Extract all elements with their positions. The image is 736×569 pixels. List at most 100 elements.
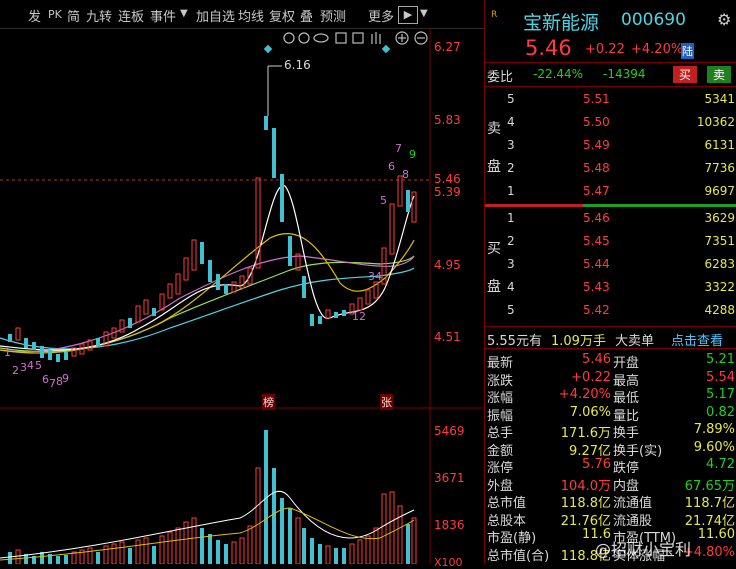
ratio-bar-sell	[485, 204, 583, 207]
ask-level: 5	[507, 92, 515, 106]
stat-row: 外盘 104.0万 内盘 67.65万	[485, 475, 736, 494]
stat-value: 4.72	[706, 457, 735, 472]
bid-price: 5.43	[583, 280, 610, 294]
ask-row[interactable]: 3 5.49 6131	[485, 136, 736, 159]
ask-volume: 7736	[704, 161, 735, 175]
ask-level: 4	[507, 115, 515, 129]
stat-value: 5.54	[706, 369, 735, 385]
price-axis-label: 4.51	[434, 330, 461, 344]
toolbar-ma[interactable]: 均线	[238, 6, 264, 25]
toolbar-fa[interactable]: 发	[28, 6, 41, 25]
ask-row[interactable]: 2 5.48 7736	[485, 159, 736, 182]
stat-row: 最新 5.46 开盘 5.21	[485, 352, 736, 371]
candles	[8, 116, 417, 362]
dropdown-icon[interactable]: ▼	[420, 8, 428, 19]
seq-number: 8	[402, 168, 409, 181]
stat-value: +4.20%	[558, 387, 611, 402]
tag-bang[interactable]: 榜	[262, 394, 275, 410]
toolbar-forecast[interactable]: 预测	[320, 6, 346, 25]
stat-label: 换手(实)	[613, 443, 663, 459]
toolbar-jiuzhuan[interactable]: 九转	[86, 6, 112, 25]
ask-price: 5.49	[583, 138, 610, 152]
stat-label: 跌停	[613, 461, 640, 476]
stat-row: 涨幅 +4.20% 最低 5.17	[485, 387, 736, 406]
stat-row: 涨停 5.76 跌停 4.72	[485, 457, 736, 476]
bid-volume: 6283	[704, 257, 735, 271]
bid-volume: 4288	[704, 303, 735, 317]
stat-value: 5.46	[582, 352, 611, 367]
stat-value: 9.27亿	[569, 443, 611, 459]
stat-row: 总股本 21.76亿 流通股 21.74亿	[485, 510, 736, 529]
seq-number: 3	[20, 361, 27, 374]
toolbar-more[interactable]: 更多	[368, 6, 394, 25]
stat-value: 118.7亿	[684, 496, 735, 511]
volume-axis-label: 1836	[434, 518, 465, 532]
stat-label: 流通股	[613, 513, 653, 529]
seq-number: 7	[395, 142, 402, 155]
big-order-price: 5.55元有	[487, 334, 542, 349]
kline-chart[interactable]: 6.27 5.83 5.46 5.39 4.95 4.51 5469 3671 …	[0, 28, 484, 569]
stat-value: 7.06%	[569, 404, 611, 420]
bid-level: 1	[507, 211, 515, 225]
ask-row[interactable]: 1 5.47 9697	[485, 182, 736, 205]
stat-label: 流通值	[613, 496, 653, 511]
chart-toolbar: 发 PK 简 九转 连板 事件 ▼ 加自选 均线 复权 叠 预测 更多 ▶ ▼	[0, 0, 484, 29]
ask-row[interactable]: 4 5.50 10362	[485, 113, 736, 136]
toolbar-fuquan[interactable]: 复权	[269, 6, 295, 25]
chevron-down-icon[interactable]: ▼	[180, 8, 188, 19]
toolbar-shijian[interactable]: 事件	[150, 6, 176, 25]
stock-change: +0.22	[585, 42, 625, 57]
gear-icon[interactable]: ⚙	[717, 10, 731, 29]
stock-change-pct: +4.20%	[631, 42, 684, 57]
stat-label: 振幅	[487, 408, 514, 424]
next-icon[interactable]: ▶	[398, 6, 418, 24]
seq-number: 5	[35, 359, 42, 372]
toolbar-lianban[interactable]: 连板	[118, 6, 144, 25]
ask-row[interactable]: 5 5.51 5341	[485, 90, 736, 113]
buy-button[interactable]: 买	[673, 66, 698, 83]
ask-price: 5.47	[583, 184, 610, 198]
stat-label: 换手	[613, 426, 640, 441]
big-order-link[interactable]: 点击查看	[671, 330, 723, 349]
stock-name: 宝新能源	[523, 12, 600, 34]
stat-value: +0.22	[571, 369, 611, 385]
volume-axis-label: 3671	[434, 471, 465, 485]
tag-zhang[interactable]: 张	[380, 394, 393, 410]
stat-label: 总市值(合)	[487, 548, 550, 564]
stat-value: 7.89%	[693, 422, 735, 437]
stat-label: 外盘	[487, 478, 514, 494]
bid-level: 3	[507, 257, 515, 271]
bid-row[interactable]: 2 5.45 7351	[485, 232, 736, 255]
toolbar-pk[interactable]: PK	[48, 8, 62, 21]
stat-row: 总市值 118.8亿 流通值 118.7亿	[485, 492, 736, 511]
stat-row: 振幅 7.06% 量比 0.82	[485, 404, 736, 424]
divider	[485, 326, 736, 327]
stat-label: 量比	[613, 408, 640, 424]
seq-number: 6	[388, 160, 395, 173]
stat-value: 0.82	[706, 404, 735, 420]
toolbar-jian[interactable]: 简	[67, 6, 80, 25]
stat-value: 5.21	[706, 352, 735, 367]
stat-label: 涨跌	[487, 373, 514, 389]
stock-badge: R	[491, 10, 498, 20]
stat-label: 最新	[487, 356, 514, 371]
sell-button[interactable]: 卖	[707, 66, 732, 83]
price-axis-label: 4.95	[434, 258, 461, 272]
bid-row[interactable]: 5 5.42 4288	[485, 301, 736, 324]
bid-row[interactable]: 3 5.44 6283	[485, 255, 736, 278]
stat-value: 21.74亿	[684, 513, 735, 529]
stat-label: 开盘	[613, 356, 640, 371]
weibi-diff: -14394	[603, 67, 646, 81]
ask-price: 5.50	[583, 115, 610, 129]
divider	[485, 348, 736, 349]
quote-panel: R 宝新能源 000690 ⚙ 5.46 +0.22 +4.20% 陆 委比 -…	[484, 0, 736, 564]
seq-number: 12	[352, 310, 366, 323]
toolbar-add-favorite[interactable]: 加自选	[196, 6, 235, 25]
bid-row[interactable]: 1 5.46 3629	[485, 209, 736, 232]
bid-row[interactable]: 4 5.43 3322	[485, 278, 736, 301]
ask-price: 5.51	[583, 92, 610, 106]
toolbar-overlay[interactable]: 叠	[300, 6, 313, 25]
stat-row: 总手 171.6万 换手 7.89%	[485, 422, 736, 441]
price-axis-current: 5.46	[434, 172, 461, 186]
ask-volume: 5341	[704, 92, 735, 106]
